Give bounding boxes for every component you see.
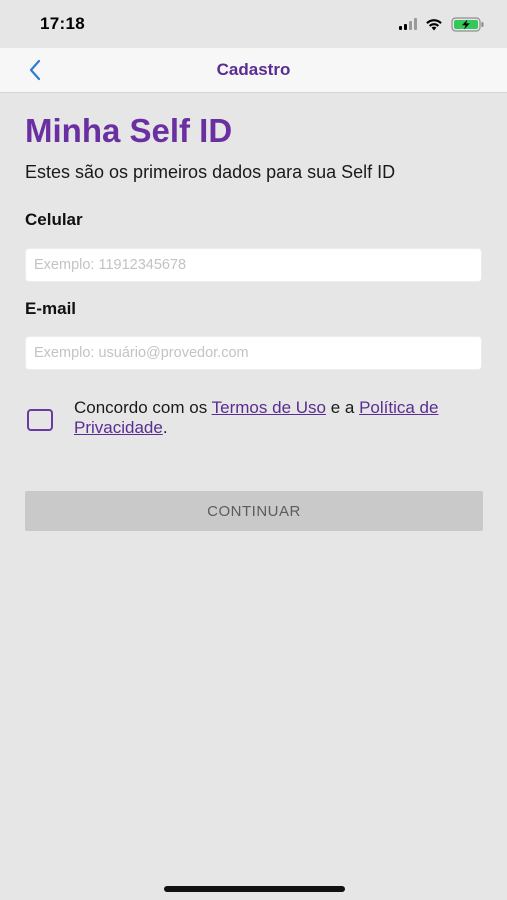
chevron-left-icon [29,59,41,81]
terms-of-use-link[interactable]: Termos de Uso [212,398,326,417]
phone-label: Celular [25,210,83,229]
home-indicator [164,886,345,892]
back-button[interactable] [22,57,48,83]
email-input[interactable] [25,336,482,370]
phone-input[interactable] [25,248,482,282]
status-bar: 17:18 [0,0,507,48]
wifi-icon [426,18,442,30]
terms-prefix: Concordo com os [74,398,212,417]
nav-title: Cadastro [216,60,291,79]
terms-checkbox[interactable] [27,409,53,431]
page-title: Minha Self ID [25,112,233,149]
continue-button[interactable]: CONTINUAR [25,491,483,531]
nav-bar: Cadastro [0,48,507,93]
email-label: E-mail [25,299,77,318]
signal-icon [399,18,417,30]
battery-charging-icon [451,16,484,32]
status-time: 17:18 [40,14,85,33]
page-subtitle: Estes são os primeiros dados para sua Se… [25,162,396,182]
status-icons [399,16,485,32]
terms-text: Concordo com os Termos de Uso e a Políti… [74,398,484,438]
terms-suffix: . [162,418,168,437]
terms-connector: e a [325,398,360,417]
